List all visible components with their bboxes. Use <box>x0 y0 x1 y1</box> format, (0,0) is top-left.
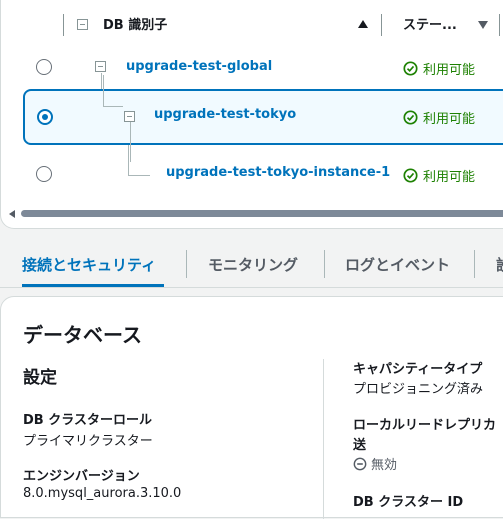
section-title: 設定 <box>23 368 57 388</box>
local-read-replica-label-cont: 送 <box>353 438 367 453</box>
collapse-all-icon[interactable] <box>77 19 88 30</box>
engine-version-value: 8.0.mysql_aurora.3.10.0 <box>23 486 182 501</box>
cluster-id-label: DB クラスター ID <box>353 495 464 510</box>
scrollbar-thumb[interactable] <box>21 210 503 217</box>
table-row-selected[interactable]: upgrade-test-tokyo 利用可能 <box>23 75 503 162</box>
tab-separator <box>186 250 187 278</box>
column-header-status[interactable]: ステー... <box>403 14 457 33</box>
tab-separator <box>324 250 325 278</box>
capacity-type-value: プロビジョニング済み <box>353 382 484 397</box>
tree-connector <box>103 75 104 106</box>
tree-connector <box>128 145 129 175</box>
tab-logs-events[interactable]: ログとイベント <box>345 254 450 275</box>
tree-connector <box>128 175 150 176</box>
status-label: 利用可能 <box>423 170 476 185</box>
disabled-label: 無効 <box>371 458 398 473</box>
row-select-radio[interactable] <box>36 166 52 182</box>
engine-version-label: エンジンバージョン <box>23 469 140 484</box>
column-header-db-identifier[interactable]: DB 識別子 <box>103 14 167 33</box>
database-details-panel: データベース 設定 DB クラスターロール プライマリクラスター エンジンバージ… <box>0 296 503 519</box>
cluster-role-label: DB クラスターロール <box>23 413 152 428</box>
db-instances-table: DB 識別子 ステー... upgrade-test-global 利用可能 u… <box>0 0 503 229</box>
column-divider <box>323 359 324 519</box>
check-circle-icon <box>403 61 418 76</box>
tab-connectivity-security[interactable]: 接続とセキュリティ <box>22 254 156 275</box>
disabled-icon <box>353 457 367 470</box>
status-label: 利用可能 <box>423 112 476 127</box>
tree-connector <box>103 106 123 107</box>
table-row[interactable]: upgrade-test-tokyo-instance-1 利用可能 <box>1 145 503 201</box>
tabs-divider <box>0 287 503 288</box>
cluster-role-value: プライマリクラスター <box>23 434 153 449</box>
row-select-radio[interactable] <box>37 109 53 125</box>
status-label: 利用可能 <box>423 63 476 78</box>
collapse-row-icon[interactable] <box>124 111 135 122</box>
status-cell: 利用可能 <box>403 59 475 78</box>
tab-separator <box>474 250 475 278</box>
check-circle-icon <box>403 110 418 125</box>
scroll-left-arrow-icon[interactable] <box>9 210 15 218</box>
detail-tabs: 接続とセキュリティ モニタリング ログとイベント 設 <box>0 240 503 288</box>
tab-configuration[interactable]: 設 <box>496 254 503 275</box>
column-resizer[interactable] <box>499 14 500 36</box>
column-separator <box>63 14 64 36</box>
check-circle-icon <box>403 168 418 183</box>
status-cell: 利用可能 <box>403 166 475 185</box>
sort-indicator-icon[interactable] <box>478 21 488 29</box>
db-identifier-link[interactable]: upgrade-test-tokyo-instance-1 <box>166 165 390 180</box>
sort-ascending-icon[interactable] <box>358 20 368 28</box>
horizontal-scrollbar[interactable] <box>9 209 503 219</box>
tab-monitoring[interactable]: モニタリング <box>208 254 298 275</box>
local-read-replica-label: ローカルリードレプリカ <box>353 418 497 433</box>
table-row[interactable]: upgrade-test-global 利用可能 <box>1 39 503 113</box>
capacity-type-label: キャパシティータイプ <box>353 362 483 377</box>
db-identifier-link[interactable]: upgrade-test-global <box>126 59 272 74</box>
collapse-row-icon[interactable] <box>95 61 106 72</box>
local-read-replica-value: 無効 <box>353 454 397 473</box>
panel-title: データベース <box>23 323 142 347</box>
row-select-radio[interactable] <box>36 59 52 75</box>
status-cell: 利用可能 <box>403 108 475 127</box>
column-resizer[interactable] <box>381 14 382 36</box>
db-identifier-link[interactable]: upgrade-test-tokyo <box>154 107 296 122</box>
